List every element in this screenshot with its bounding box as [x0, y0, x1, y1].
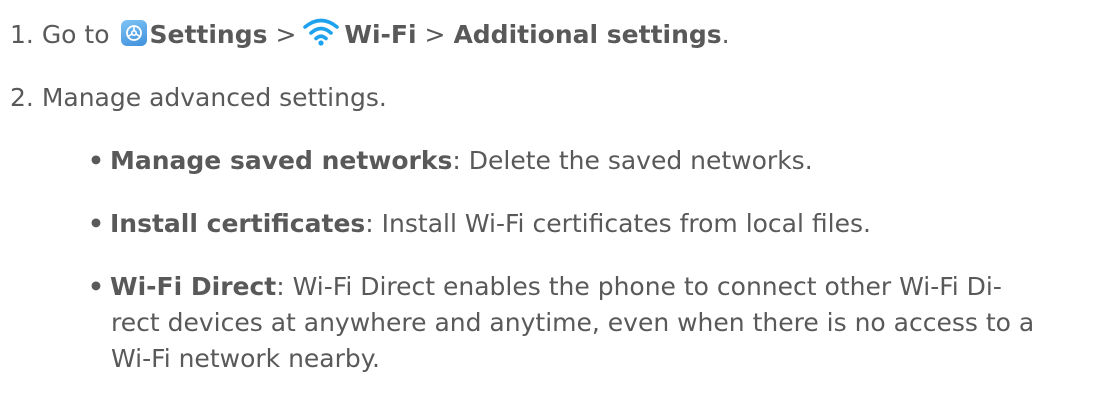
settings-label: Settings — [149, 20, 268, 49]
bullet-description: : Install Wi-Fi certificates from local … — [365, 209, 871, 238]
step-period: . — [721, 20, 730, 49]
bullet-item-install-certificates: • Install certificates: Install Wi-Fi cer… — [88, 207, 871, 241]
bullet-description-continuation: Wi-Fi network nearby. — [111, 344, 380, 373]
wifi-label: Wi-Fi — [344, 20, 417, 49]
bullet-description-continuation: rect devices at anywhere and anytime, ev… — [111, 308, 1035, 337]
bullet-term: Wi-Fi Direct — [110, 272, 277, 301]
step-number: 1. — [10, 20, 34, 49]
bullet-description: : Wi-Fi Direct enables the phone to conn… — [276, 272, 1002, 301]
bullet-marker: • — [88, 146, 104, 175]
bullet-term: Install certificates — [110, 209, 366, 238]
additional-settings-label: Additional settings — [453, 20, 722, 49]
step-2: 2. Manage advanced settings. — [10, 81, 387, 115]
step-text: Manage advanced settings. — [41, 83, 387, 112]
wifi-icon — [302, 18, 340, 46]
settings-gear-icon — [121, 20, 148, 46]
step-text: Go to — [41, 20, 110, 49]
bullet-marker: • — [88, 272, 104, 301]
step-1: 1. Go to Settings > Wi-Fi > Additional se… — [10, 18, 730, 52]
bullet-marker: • — [88, 209, 104, 238]
bullet-description: : Delete the saved networks. — [452, 146, 813, 175]
bullet-item-manage-saved-networks: • Manage saved networks: Delete the saved… — [88, 144, 813, 178]
path-separator: > — [275, 20, 297, 49]
path-separator: > — [424, 20, 446, 49]
bullet-item-wifi-direct: • Wi-Fi Direct: Wi-Fi Direct enables the … — [88, 270, 1002, 304]
bullet-term: Manage saved networks — [110, 146, 453, 175]
step-number: 2. — [10, 83, 34, 112]
